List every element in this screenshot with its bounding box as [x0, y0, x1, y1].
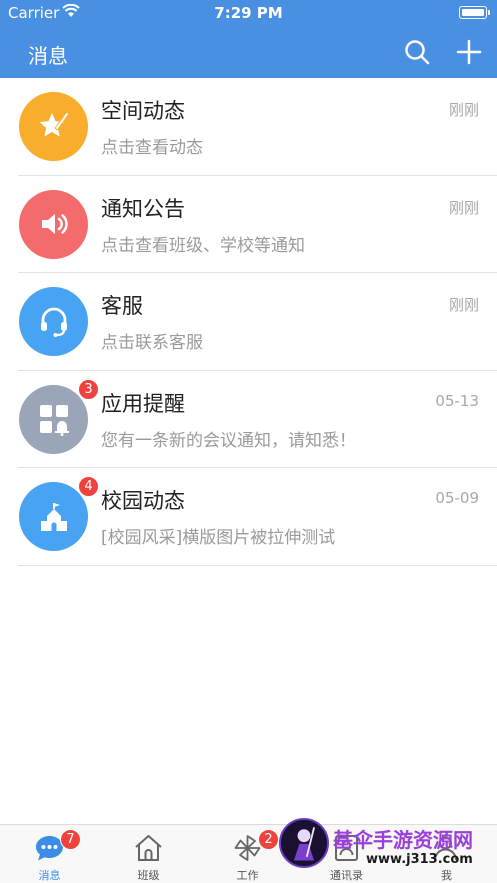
- status-bar: Carrier 7:29 PM: [0, 0, 497, 27]
- page-title: 消息: [28, 44, 68, 68]
- conversation-row-customer-service[interactable]: 客服 点击联系客服 刚刚: [0, 273, 497, 371]
- battery-icon: [459, 6, 490, 19]
- watermark: 基伞手游资源网 www.j313.com: [279, 818, 497, 883]
- tab-badge: 7: [60, 829, 81, 850]
- divider: [18, 564, 497, 566]
- apps-bell-icon: [39, 405, 69, 436]
- conversation-list: 空间动态 点击查看动态 刚刚 通知公告 点击查看班级、学校等通知 刚刚 客服 点…: [0, 78, 497, 566]
- search-icon[interactable]: [404, 39, 430, 65]
- avatar: [19, 92, 88, 161]
- tab-messages[interactable]: 7 消息: [0, 825, 99, 883]
- conversation-preview: 您有一条新的会议通知，请知悉！: [101, 430, 356, 451]
- tab-badge: 2: [258, 829, 279, 850]
- conversation-preview: 点击查看动态: [101, 138, 203, 158]
- avatar: [19, 384, 88, 454]
- conversation-row-notices[interactable]: 通知公告 点击查看班级、学校等通知 刚刚: [0, 176, 497, 273]
- conversation-preview: 点击联系客服: [101, 333, 203, 353]
- watermark-url: www.j313.com: [366, 852, 473, 867]
- avatar: [19, 482, 88, 551]
- watermark-name: 基伞手游资源网: [333, 828, 473, 852]
- avatar: [19, 189, 88, 259]
- conversation-row-app-reminder[interactable]: 3 应用提醒 您有一条新的会议通知，请知悉！ 05-13: [0, 371, 497, 468]
- avatar: [19, 287, 88, 356]
- unread-badge: 4: [78, 476, 99, 497]
- conversation-row-campus-feed[interactable]: 4 校园动态 [校园风采]横版图片被拉伸测试 05-09: [0, 468, 497, 566]
- speaker-icon: [41, 214, 68, 234]
- plus-icon[interactable]: [456, 39, 482, 65]
- unread-badge: 3: [78, 378, 99, 400]
- conversation-time: 05-13: [435, 391, 479, 410]
- tab-label: 消息: [38, 869, 61, 882]
- conversation-name: 空间动态: [101, 99, 185, 123]
- conversation-time: 05-09: [435, 489, 479, 507]
- tab-label: 班级: [137, 869, 160, 882]
- conversation-row-space-feed[interactable]: 空间动态 点击查看动态 刚刚: [0, 78, 497, 176]
- conversation-preview: [校园风采]横版图片被拉伸测试: [101, 528, 336, 548]
- conversation-time: 刚刚: [448, 198, 479, 217]
- headset-icon: [40, 307, 67, 337]
- conversation-time: 刚刚: [448, 101, 479, 119]
- tab-class[interactable]: 班级: [99, 825, 198, 883]
- watermark-logo-icon: [279, 818, 329, 868]
- conversation-name: 校园动态: [101, 489, 185, 513]
- school-icon: [40, 502, 67, 531]
- house-icon: [135, 835, 162, 861]
- conversation-preview: 点击查看班级、学校等通知: [101, 235, 305, 256]
- nav-bar: 消息: [0, 27, 497, 78]
- clock: 7:29 PM: [214, 4, 283, 22]
- star-pen-icon: [39, 111, 69, 137]
- conversation-name: 应用提醒: [101, 391, 185, 416]
- conversation-name: 通知公告: [101, 196, 185, 221]
- conversation-name: 客服: [101, 294, 143, 318]
- conversation-time: 刚刚: [448, 296, 479, 314]
